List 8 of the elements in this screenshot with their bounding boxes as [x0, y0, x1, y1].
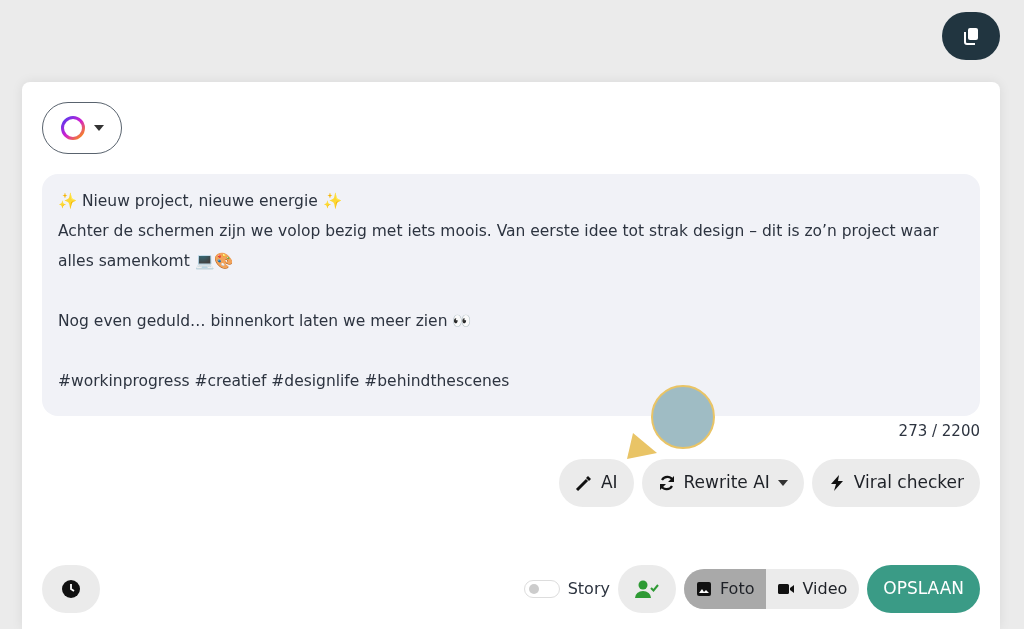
post-text-field[interactable]: ✨ Nieuw project, nieuwe energie ✨ Achter de schermen zijn we volop bezig met iets moois. Van eerste idee tot strak design – dit is zo’n project waar alles samenkomt 💻🎨 Nog even geduld… binnenkort laten we meer zien 👀 #workinprogress #creatief #designlife #behindthescenes — [42, 174, 980, 416]
character-counter: 273 / 2200 — [898, 421, 980, 442]
rewrite-dropdown-button[interactable]: Rewrite AI — [641, 458, 804, 507]
story-label: Story — [567, 578, 610, 600]
ai-button[interactable]: AI — [558, 458, 634, 507]
viral-checker-button[interactable]: Viral checker — [811, 458, 980, 507]
media-type-tab[interactable]: Foto — [683, 569, 767, 609]
media-type-tab[interactable]: Video — [766, 569, 860, 609]
